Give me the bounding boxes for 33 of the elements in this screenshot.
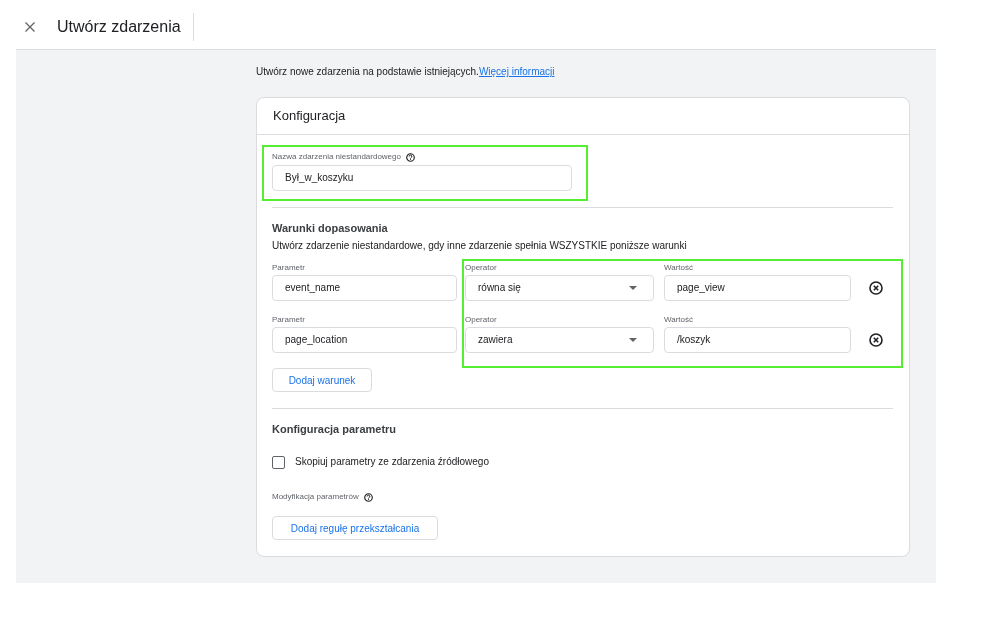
operator-dropdown[interactable]: zawiera	[465, 327, 654, 353]
field-label: Modyfikacja parametrów	[272, 491, 359, 503]
help-icon[interactable]	[363, 492, 373, 502]
intro-text: Utwórz nowe zdarzenia na podstawie istniejących.Więcej informacji	[256, 65, 556, 79]
operator-dropdown[interactable]: równa się	[465, 275, 654, 301]
add-condition-button[interactable]: Dodaj warunek	[272, 368, 372, 392]
field-label: Operator	[465, 314, 498, 326]
close-icon[interactable]	[25, 22, 35, 32]
section-title: Warunki dopasowania	[272, 221, 388, 235]
text-field[interactable]: Był_w_koszyku	[272, 165, 572, 191]
field-label: Parametr	[272, 262, 306, 274]
field-label: Wartość	[664, 314, 695, 326]
remove-icon[interactable]	[869, 281, 883, 295]
text-field[interactable]: event_name	[272, 275, 457, 301]
remove-icon[interactable]	[869, 333, 883, 347]
field-label: Operator	[465, 262, 498, 274]
checkbox-label: Skopiuj parametry ze zdarzenia źródłowego	[295, 455, 489, 469]
checkbox[interactable]	[272, 455, 285, 469]
more-info-link[interactable]: Więcej informacji	[478, 66, 555, 77]
text-field[interactable]: page_view	[664, 275, 851, 301]
card-title: Konfiguracja	[273, 108, 346, 124]
text-field[interactable]: page_location	[272, 327, 457, 353]
add-rule-button[interactable]: Dodaj regułę przekształcania	[272, 516, 438, 540]
field-label: Parametr	[272, 314, 306, 326]
section-title: Konfiguracja parametru	[272, 422, 397, 436]
caret-icon	[629, 286, 637, 290]
field-label: Wartość	[664, 262, 695, 274]
window-title: Utwórz zdarzenia	[57, 17, 181, 37]
text-field[interactable]: /koszyk	[664, 327, 851, 353]
help-icon[interactable]	[405, 152, 415, 162]
field-label: Nazwa zdarzenia niestandardowego	[272, 151, 401, 163]
description-text: Utwórz zdarzenie niestandardowe, gdy inne zdarzenie spełnia WSZYSTKIE poniższe warunki	[272, 239, 687, 253]
caret-icon	[629, 338, 637, 342]
